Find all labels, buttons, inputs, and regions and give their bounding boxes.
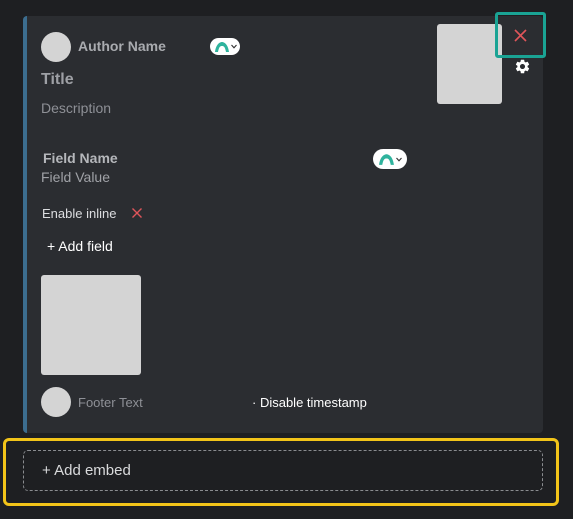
add-embed-label: + Add embed <box>42 462 131 479</box>
field-value[interactable]: Field Value <box>41 169 110 185</box>
footer-icon-placeholder[interactable] <box>41 387 71 417</box>
emoji-picker-icon <box>379 153 394 165</box>
close-icon[interactable] <box>131 207 143 219</box>
remove-embed-button[interactable] <box>495 12 546 58</box>
disable-timestamp-button[interactable]: · Disable timestamp <box>252 395 367 410</box>
author-emoji-picker-button[interactable] <box>210 38 240 55</box>
close-icon <box>514 28 527 42</box>
chevron-down-icon <box>230 44 237 49</box>
add-field-button[interactable]: + Add field <box>47 238 113 254</box>
author-icon-placeholder[interactable] <box>41 32 71 62</box>
image-placeholder[interactable] <box>41 275 141 375</box>
emoji-picker-icon <box>214 41 229 52</box>
thumbnail-placeholder[interactable] <box>437 24 502 104</box>
field-emoji-picker-button[interactable] <box>373 149 407 169</box>
gear-icon[interactable] <box>514 58 531 75</box>
add-embed-button[interactable]: + Add embed <box>23 450 543 491</box>
author-name[interactable]: Author Name <box>78 38 166 54</box>
embed-title[interactable]: Title <box>41 71 74 89</box>
field-name[interactable]: Field Name <box>43 150 118 166</box>
footer-text[interactable]: Footer Text <box>78 395 143 410</box>
embed-description[interactable]: Description <box>41 100 111 116</box>
enable-inline-toggle[interactable]: Enable inline <box>42 206 116 221</box>
embed-color-bar[interactable] <box>23 16 27 433</box>
chevron-down-icon <box>396 157 402 162</box>
